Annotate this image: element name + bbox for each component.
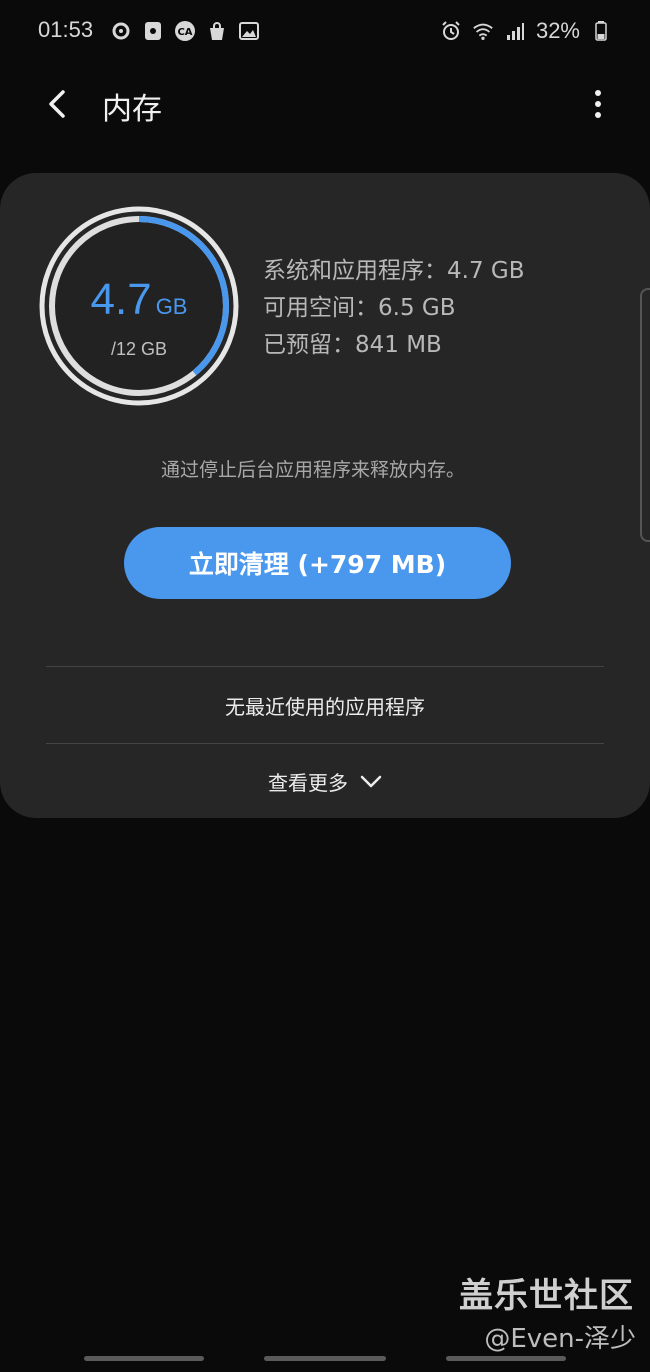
shopping-bag-icon: [206, 20, 228, 42]
battery-icon: [590, 20, 612, 42]
watermark-author: @Even-泽少: [484, 1324, 636, 1354]
app-bar: 内存: [0, 64, 650, 144]
chevron-down-icon: [360, 775, 382, 787]
wifi-icon: [472, 20, 494, 42]
used-memory-unit: GB: [155, 294, 188, 319]
alarm-icon: [440, 20, 462, 42]
ca-app-icon: CA: [174, 20, 196, 42]
stat-available: 可用空间：6.5 GB: [263, 295, 456, 321]
memory-card: 4.7 GB /12 GB 系统和应用程序：4.7 GB 可用空间：6.5 GB …: [0, 173, 650, 818]
divider: [46, 666, 604, 667]
status-time: 01:53: [38, 17, 94, 42]
back-arrow-icon: [49, 90, 65, 118]
total-memory: /12 GB: [110, 339, 168, 359]
see-more-button[interactable]: 查看更多: [0, 767, 650, 796]
more-options-button[interactable]: [586, 82, 610, 126]
used-memory-number: 4.7: [90, 275, 152, 324]
nav-home-button[interactable]: [264, 1356, 386, 1361]
edge-panel-handle[interactable]: [640, 288, 650, 542]
used-memory-value: 4.7 GB: [38, 275, 240, 325]
nav-back-button[interactable]: [446, 1356, 566, 1361]
system-icons: 32%: [440, 18, 612, 44]
image-icon: [238, 20, 260, 42]
signal-icon: [504, 20, 526, 42]
clean-now-button[interactable]: 立即清理 (+797 MB): [124, 527, 511, 599]
memory-gauge: 4.7 GB /12 GB: [38, 205, 240, 407]
watermark-brand: 盖乐世社区: [459, 1276, 634, 1316]
free-memory-hint: 通过停止后台应用程序来释放内存。: [160, 459, 465, 481]
see-more-label: 查看更多: [268, 771, 348, 795]
no-recent-apps-text: 无最近使用的应用程序: [225, 695, 425, 719]
record-icon: [110, 20, 132, 42]
battery-percent: 32%: [535, 18, 580, 43]
sd-card-icon: [142, 20, 164, 42]
back-button[interactable]: [36, 82, 80, 126]
notification-icons: CA: [110, 20, 260, 42]
more-vertical-icon: [595, 90, 601, 118]
divider: [46, 743, 604, 744]
status-bar: 01:53 CA 32%: [0, 0, 650, 64]
nav-recents-button[interactable]: [84, 1356, 204, 1361]
memory-stats: 系统和应用程序：4.7 GB 可用空间：6.5 GB 已预留：841 MB: [263, 253, 525, 364]
svg-text:CA: CA: [177, 27, 192, 38]
navigation-bar: [0, 1352, 650, 1372]
stat-reserved: 已预留：841 MB: [263, 332, 442, 358]
stat-system-apps: 系统和应用程序：4.7 GB: [263, 258, 525, 284]
page-title: 内存: [102, 92, 162, 127]
